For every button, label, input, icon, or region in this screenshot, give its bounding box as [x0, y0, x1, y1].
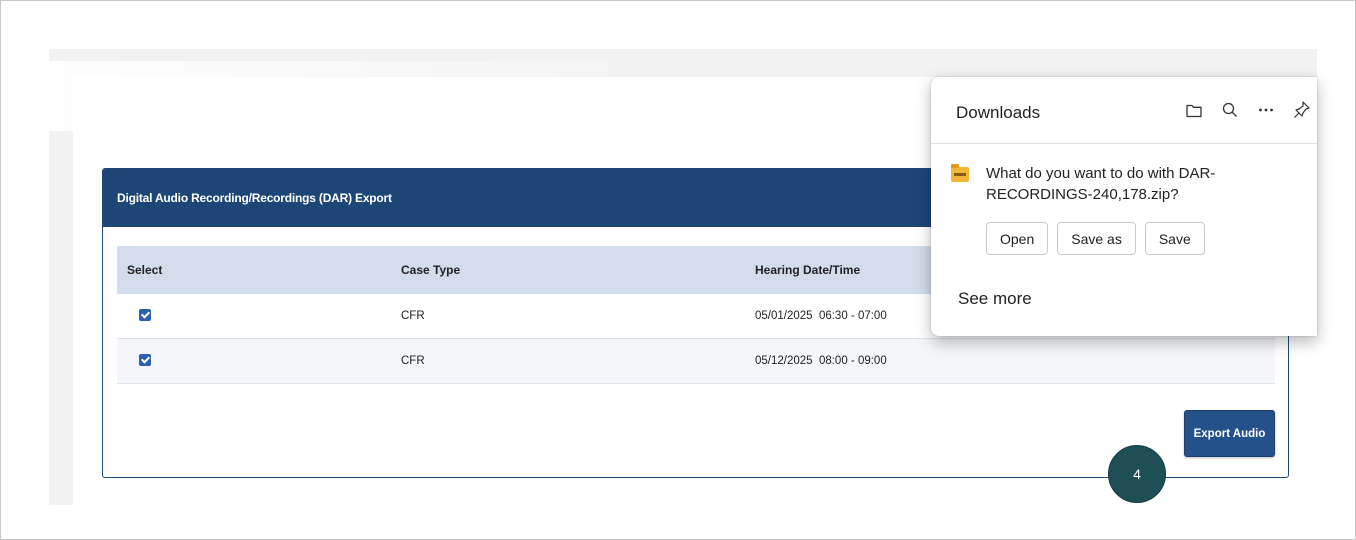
screenshot-frame: Digital Audio Recording/Recordings (DAR)… — [0, 0, 1356, 540]
folder-icon[interactable] — [1185, 99, 1203, 121]
row-checkbox[interactable] — [139, 308, 151, 321]
case-type-cell: CFR — [401, 310, 425, 322]
downloads-title: Downloads — [956, 103, 1041, 122]
download-prompt: What do you want to do with DAR-RECORDIN… — [986, 165, 1216, 203]
zip-file-icon — [951, 164, 969, 182]
pin-icon[interactable] — [1293, 99, 1311, 121]
open-button[interactable]: Open — [986, 222, 1049, 255]
save-as-button[interactable]: Save as — [1057, 222, 1136, 255]
export-audio-button[interactable]: Export Audio — [1184, 410, 1275, 457]
downloads-toolbar — [1185, 99, 1311, 121]
search-icon[interactable] — [1221, 99, 1239, 121]
case-type-cell: CFR — [401, 355, 425, 367]
more-icon[interactable] — [1257, 99, 1275, 121]
header-select: Select — [127, 263, 163, 277]
download-actions: Open Save as Save — [986, 222, 1205, 255]
save-button[interactable]: Save — [1144, 222, 1205, 255]
see-more-link[interactable]: See more — [958, 289, 1032, 309]
step-number-badge: 4 — [1108, 445, 1166, 503]
hearing-date-cell: 05/12/2025 08:00 - 09:00 — [755, 355, 887, 367]
row-checkbox[interactable] — [139, 353, 151, 366]
select-cell — [117, 308, 401, 324]
redacted-area — [49, 61, 609, 131]
table-row: CFR 05/12/2025 08:00 - 09:00 — [117, 339, 1275, 384]
header-case-type: Case Type — [401, 263, 461, 277]
downloads-divider — [931, 143, 1317, 144]
select-cell — [117, 353, 401, 369]
downloads-flyout: Downloads What do you want to do with DA… — [931, 77, 1317, 336]
